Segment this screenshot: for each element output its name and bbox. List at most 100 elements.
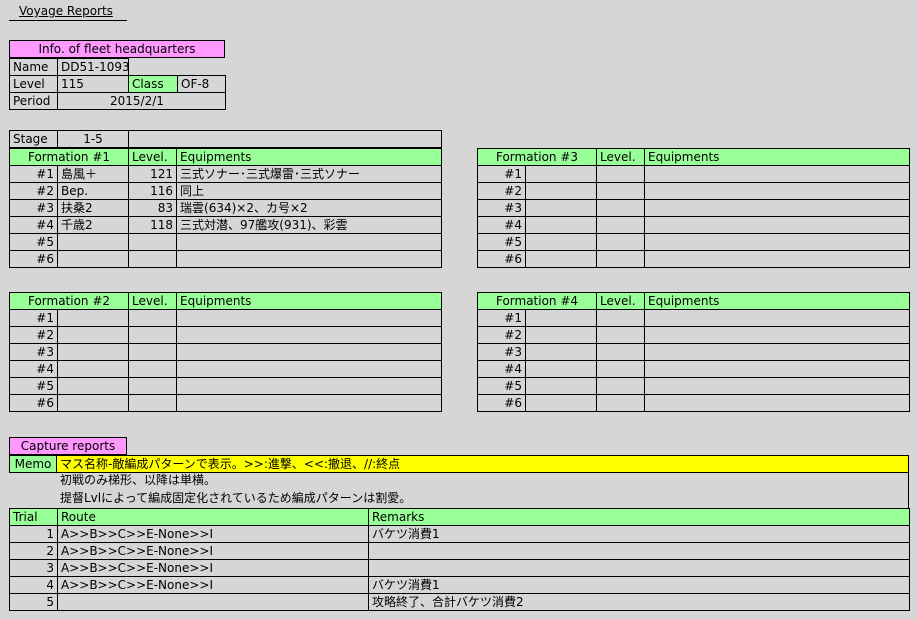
formation-row: #1 島風＋ 121 三式ソナー･三式爆雷･三式ソナー (9, 165, 443, 183)
ship-name[interactable] (56, 309, 130, 327)
ship-level[interactable] (596, 250, 646, 268)
ship-level[interactable] (596, 216, 646, 234)
trial-route[interactable] (57, 593, 369, 611)
trial-remarks[interactable]: バケツ消費1 (368, 525, 910, 543)
ship-equipments[interactable] (644, 182, 911, 200)
ship-equipments[interactable]: 同上 (176, 182, 443, 200)
ship-name[interactable] (56, 394, 130, 412)
ship-equipments[interactable] (644, 394, 911, 412)
ship-name[interactable] (524, 216, 598, 234)
ship-equipments[interactable] (644, 233, 911, 251)
ship-name[interactable]: 扶桑2 (56, 199, 130, 217)
ship-level[interactable]: 121 (128, 165, 178, 183)
ship-equipments[interactable] (176, 233, 443, 251)
name-value[interactable]: DD51-1093 (57, 58, 129, 76)
memo-line-1[interactable]: マス名称-敵編成パターンで表示。>>:進撃、<<:撤退、//:終点 (57, 455, 909, 473)
ship-name[interactable]: Bep. (56, 182, 130, 200)
ship-name[interactable]: 島風＋ (56, 165, 130, 183)
ship-name[interactable] (524, 233, 598, 251)
ship-level[interactable] (128, 394, 178, 412)
ship-level[interactable]: 83 (128, 199, 178, 217)
memo-line-3[interactable]: 提督Lvlによって編成固定化されているため編成パターンは割愛。 (57, 490, 909, 508)
ship-name[interactable] (524, 309, 598, 327)
ship-name[interactable] (524, 343, 598, 361)
trial-remarks[interactable] (368, 542, 910, 560)
ship-equipments[interactable]: 三式ソナー･三式爆雷･三式ソナー (176, 165, 443, 183)
ship-level[interactable] (596, 309, 646, 327)
ship-name[interactable] (56, 360, 130, 378)
level-col-header: Level. (128, 148, 178, 166)
ship-equipments[interactable] (176, 343, 443, 361)
ship-level[interactable] (596, 360, 646, 378)
ship-name[interactable] (524, 182, 598, 200)
slot-number: #2 (477, 326, 526, 344)
slot-number: #3 (477, 199, 526, 217)
ship-equipments[interactable]: 瑞雲(634)×2、カ号×2 (176, 199, 443, 217)
trial-remarks[interactable] (368, 559, 910, 577)
ship-equipments[interactable] (644, 326, 911, 344)
memo-line-2[interactable]: 初戦のみ梯形、以降は単横。 (57, 472, 909, 490)
ship-equipments[interactable] (644, 360, 911, 378)
trial-route[interactable]: A>>B>>C>>E-None>>I (57, 542, 369, 560)
ship-name[interactable] (56, 343, 130, 361)
ship-level[interactable] (596, 233, 646, 251)
remarks-col-header: Remarks (368, 508, 910, 526)
ship-level[interactable] (128, 360, 178, 378)
ship-level[interactable] (128, 233, 178, 251)
trial-remarks[interactable]: 攻略終了、合計バケツ消費2 (368, 593, 910, 611)
ship-name[interactable] (524, 360, 598, 378)
trial-remarks[interactable]: バケツ消費1 (368, 576, 910, 594)
stage-value[interactable]: 1-5 (57, 130, 129, 148)
period-value[interactable]: 2015/2/1 (57, 92, 226, 110)
trial-route[interactable]: A>>B>>C>>E-None>>I (57, 576, 369, 594)
ship-name[interactable] (56, 326, 130, 344)
stage-blank[interactable] (128, 130, 442, 148)
ship-level[interactable] (128, 250, 178, 268)
ship-equipments[interactable] (644, 343, 911, 361)
level-value[interactable]: 115 (57, 75, 129, 93)
ship-name[interactable] (524, 394, 598, 412)
ship-equipments[interactable] (176, 309, 443, 327)
ship-name[interactable]: 千歳2 (56, 216, 130, 234)
ship-name[interactable] (524, 250, 598, 268)
ship-name[interactable] (524, 199, 598, 217)
trial-route[interactable]: A>>B>>C>>E-None>>I (57, 525, 369, 543)
ship-level[interactable] (128, 326, 178, 344)
ship-name[interactable] (56, 250, 130, 268)
ship-level[interactable] (596, 326, 646, 344)
ship-equipments[interactable] (644, 199, 911, 217)
trial-route[interactable]: A>>B>>C>>E-None>>I (57, 559, 369, 577)
ship-equipments[interactable]: 三式対潜、97艦攻(931)、彩雲 (176, 216, 443, 234)
ship-level[interactable] (596, 182, 646, 200)
ship-equipments[interactable] (644, 165, 911, 183)
formation-row: #3 扶桑2 83 瑞雲(634)×2、カ号×2 (9, 199, 443, 217)
ship-equipments[interactable] (176, 250, 443, 268)
ship-level[interactable] (596, 394, 646, 412)
ship-level[interactable] (596, 165, 646, 183)
ship-equipments[interactable] (176, 377, 443, 395)
ship-level[interactable]: 118 (128, 216, 178, 234)
ship-name[interactable] (56, 377, 130, 395)
ship-name[interactable] (524, 165, 598, 183)
ship-equipments[interactable] (176, 360, 443, 378)
ship-level[interactable]: 116 (128, 182, 178, 200)
ship-level[interactable] (596, 343, 646, 361)
ship-equipments[interactable] (176, 326, 443, 344)
ship-level[interactable] (596, 377, 646, 395)
ship-equipments[interactable] (644, 309, 911, 327)
ship-level[interactable] (128, 309, 178, 327)
empty-cell[interactable] (178, 59, 226, 76)
ship-equipments[interactable] (644, 216, 911, 234)
ship-name[interactable] (56, 233, 130, 251)
ship-level[interactable] (128, 377, 178, 395)
ship-name[interactable] (524, 377, 598, 395)
ship-level[interactable] (596, 199, 646, 217)
ship-level[interactable] (128, 343, 178, 361)
ship-equipments[interactable] (176, 394, 443, 412)
ship-name[interactable] (524, 326, 598, 344)
class-value[interactable]: OF-8 (177, 75, 226, 93)
ship-equipments[interactable] (644, 377, 911, 395)
memo-label: Memo (9, 455, 57, 473)
empty-cell[interactable] (128, 58, 178, 76)
ship-equipments[interactable] (644, 250, 911, 268)
